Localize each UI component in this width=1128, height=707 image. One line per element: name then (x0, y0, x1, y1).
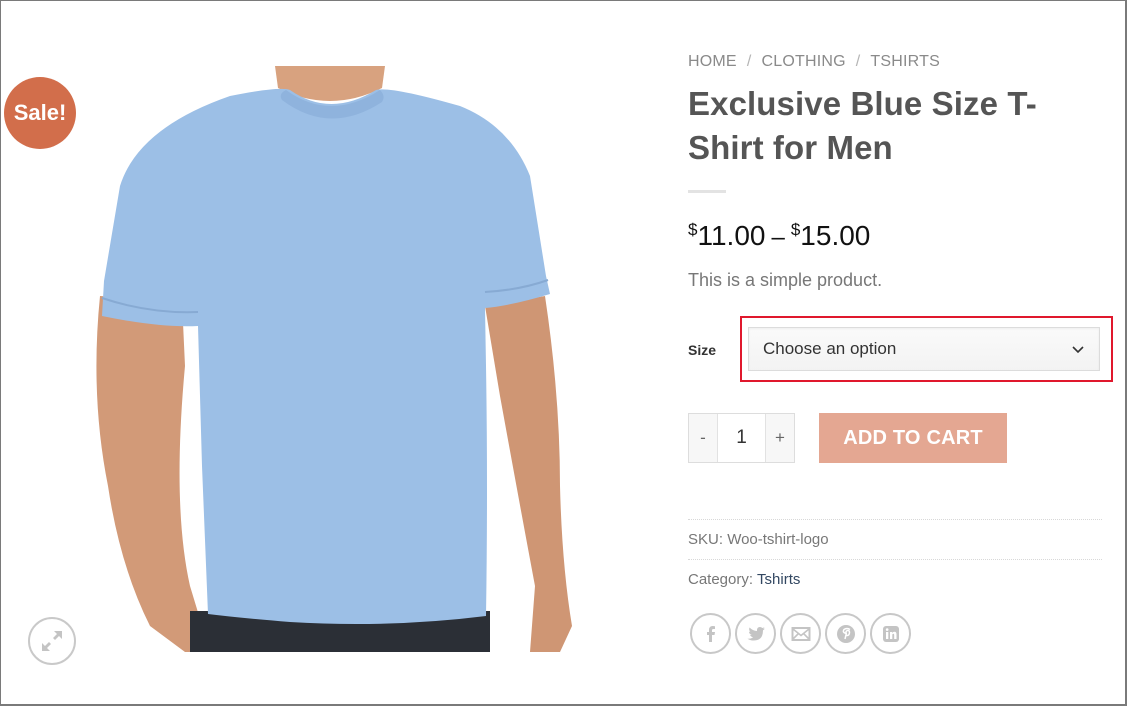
sale-badge: Sale! (4, 77, 76, 149)
breadcrumb-home[interactable]: HOME (688, 53, 737, 71)
twitter-icon (747, 626, 765, 640)
add-to-cart-row: - 1 + ADD TO CART (688, 413, 1007, 463)
variation-row: Size Choose an option (688, 316, 1116, 384)
product-summary: HOME / CLOTHING / TSHIRTS Exclusive Blue… (688, 50, 1104, 291)
title-divider (688, 190, 726, 193)
product-title: Exclusive Blue Size T-Shirt for Men (688, 85, 1037, 166)
expand-icon (42, 631, 62, 651)
share-facebook-button[interactable] (690, 613, 731, 654)
category-row: Category: Tshirts (688, 560, 1102, 599)
facebook-icon (706, 625, 715, 642)
share-linkedin-button[interactable] (870, 613, 911, 654)
share-icons (690, 613, 915, 654)
product-image[interactable] (90, 66, 590, 652)
price-max: 15.00 (800, 220, 871, 251)
zoom-image-button[interactable] (28, 617, 76, 665)
tshirt-image (96, 66, 572, 652)
pinterest-icon (836, 624, 855, 643)
currency-symbol: $ (790, 220, 801, 239)
breadcrumb-tshirts[interactable]: TSHIRTS (870, 53, 940, 71)
quantity-stepper: - 1 + (688, 413, 795, 463)
linkedin-icon (882, 625, 899, 642)
quantity-minus-button[interactable]: - (689, 414, 717, 462)
chevron-down-icon (1072, 346, 1084, 354)
quantity-plus-button[interactable]: + (766, 414, 794, 462)
share-email-button[interactable] (780, 613, 821, 654)
short-description: This is a simple product. (688, 270, 883, 290)
share-pinterest-button[interactable] (825, 613, 866, 654)
breadcrumb-separator: / (855, 53, 861, 70)
breadcrumb-separator: / (746, 53, 752, 70)
price-range: $11.00– $15.00 (688, 212, 1104, 256)
price-dash: – (771, 224, 785, 251)
sku-value: Woo-tshirt-logo (727, 531, 829, 548)
quantity-input[interactable]: 1 (717, 414, 766, 462)
price-min: 11.00 (697, 220, 766, 251)
add-to-cart-button[interactable]: ADD TO CART (819, 413, 1007, 463)
sku-row: SKU: Woo-tshirt-logo (688, 520, 1102, 559)
email-icon (791, 626, 810, 641)
breadcrumb-clothing[interactable]: CLOTHING (761, 53, 845, 71)
size-select[interactable]: Choose an option (748, 327, 1100, 371)
share-twitter-button[interactable] (735, 613, 776, 654)
product-meta: SKU: Woo-tshirt-logo Category: Tshirts (688, 519, 1102, 599)
breadcrumb: HOME / CLOTHING / TSHIRTS (688, 50, 1104, 74)
category-link[interactable]: Tshirts (757, 571, 800, 588)
category-label: Category: (688, 571, 754, 588)
size-select-value: Choose an option (763, 339, 897, 358)
sku-label: SKU: (688, 531, 724, 548)
size-label: Size (688, 342, 717, 358)
